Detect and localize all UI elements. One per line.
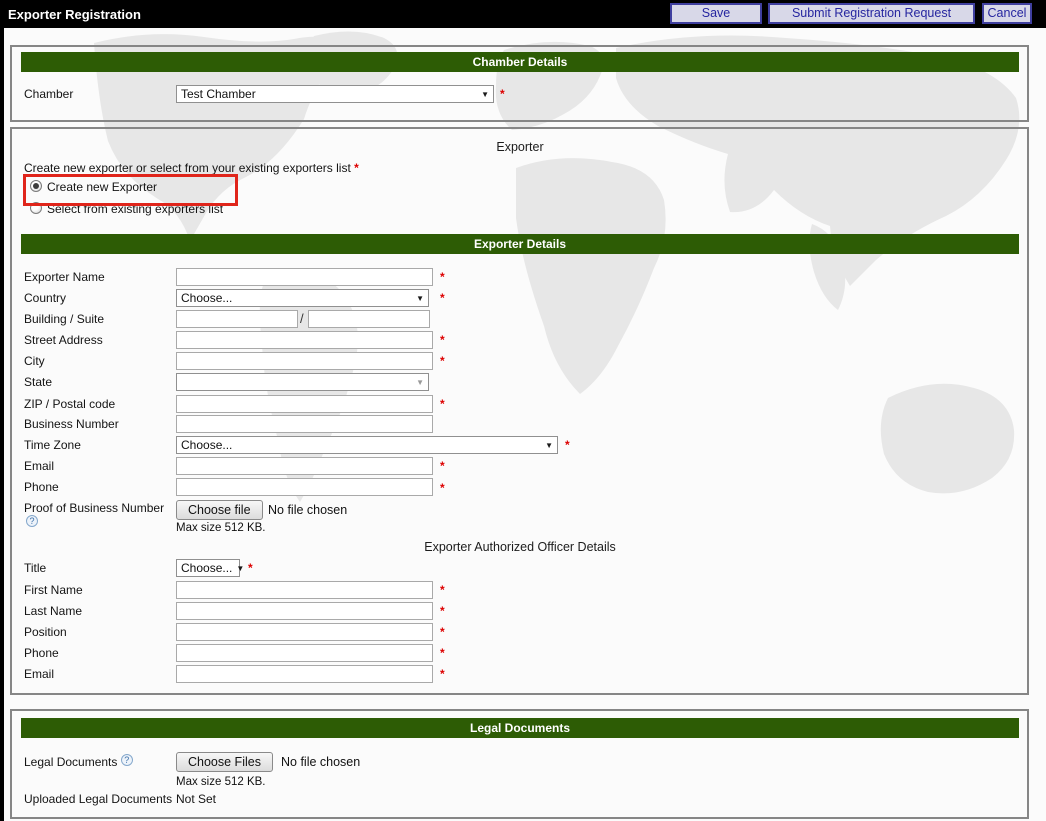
business-number-label: Business Number bbox=[24, 416, 119, 433]
time-zone-select-value: Choose... bbox=[181, 438, 232, 452]
exporter-details-section-header: Exporter Details bbox=[21, 234, 1019, 254]
time-zone-select[interactable]: Choose... ▼ bbox=[176, 436, 558, 454]
required-asterisk: * bbox=[565, 438, 570, 452]
time-zone-label: Time Zone bbox=[24, 437, 81, 454]
officer-title-select-value: Choose... bbox=[181, 561, 232, 575]
max-size-hint: Max size 512 KB. bbox=[176, 522, 265, 534]
chamber-details-section-header: Chamber Details bbox=[21, 52, 1019, 72]
street-address-input[interactable] bbox=[176, 331, 433, 349]
officer-position-label: Position bbox=[24, 624, 67, 641]
legal-documents-section-header: Legal Documents bbox=[21, 718, 1019, 738]
required-asterisk: * bbox=[440, 625, 445, 639]
required-asterisk: * bbox=[248, 561, 253, 575]
required-asterisk: * bbox=[440, 333, 445, 347]
exporter-email-input[interactable] bbox=[176, 457, 433, 475]
chevron-down-icon: ▼ bbox=[416, 378, 424, 387]
country-label: Country bbox=[24, 290, 66, 307]
required-asterisk: * bbox=[440, 646, 445, 660]
state-label: State bbox=[24, 374, 52, 391]
street-address-label: Street Address bbox=[24, 332, 103, 349]
required-asterisk: * bbox=[440, 291, 445, 305]
help-icon[interactable]: ? bbox=[26, 515, 38, 527]
officer-email-label: Email bbox=[24, 666, 54, 683]
choose-files-button[interactable]: Choose Files bbox=[176, 752, 273, 772]
business-number-input[interactable] bbox=[176, 415, 433, 433]
chevron-down-icon: ▼ bbox=[236, 564, 244, 573]
officer-title-select[interactable]: Choose... ▼ bbox=[176, 559, 240, 577]
country-select-value: Choose... bbox=[181, 291, 232, 305]
officer-email-input[interactable] bbox=[176, 665, 433, 683]
required-asterisk: * bbox=[440, 481, 445, 495]
building-input[interactable] bbox=[176, 310, 298, 328]
chamber-select[interactable]: Test Chamber ▼ bbox=[176, 85, 494, 103]
window-left-edge bbox=[0, 0, 4, 821]
officer-phone-label: Phone bbox=[24, 645, 59, 662]
officer-first-name-label: First Name bbox=[24, 582, 83, 599]
city-label: City bbox=[24, 353, 45, 370]
exporter-name-input[interactable] bbox=[176, 268, 433, 286]
help-icon[interactable]: ? bbox=[121, 754, 133, 766]
building-suite-label: Building / Suite bbox=[24, 311, 104, 328]
save-button[interactable]: Save bbox=[670, 3, 762, 24]
cancel-button[interactable]: Cancel bbox=[982, 3, 1032, 24]
required-asterisk: * bbox=[440, 583, 445, 597]
legal-file-chosen-status: No file chosen bbox=[281, 755, 360, 769]
chevron-down-icon: ▼ bbox=[416, 294, 424, 303]
required-asterisk: * bbox=[440, 667, 445, 681]
proof-of-business-number-label: Proof of Business Number bbox=[24, 500, 164, 517]
choose-file-button[interactable]: Choose file bbox=[176, 500, 263, 520]
officer-position-input[interactable] bbox=[176, 623, 433, 641]
submit-registration-request-button[interactable]: Submit Registration Request bbox=[768, 3, 975, 24]
officer-first-name-input[interactable] bbox=[176, 581, 433, 599]
suite-input[interactable] bbox=[308, 310, 430, 328]
officer-phone-input[interactable] bbox=[176, 644, 433, 662]
officer-last-name-label: Last Name bbox=[24, 603, 82, 620]
top-header-bar: Exporter Registration Save Submit Regist… bbox=[0, 0, 1046, 28]
chevron-down-icon: ▼ bbox=[545, 441, 553, 450]
file-chosen-status: No file chosen bbox=[268, 503, 347, 517]
required-asterisk: * bbox=[440, 397, 445, 411]
exporter-phone-input[interactable] bbox=[176, 478, 433, 496]
required-asterisk: * bbox=[440, 354, 445, 368]
required-asterisk: * bbox=[500, 87, 505, 101]
exporter-phone-label: Phone bbox=[24, 479, 59, 496]
legal-max-size-hint: Max size 512 KB. bbox=[176, 776, 265, 788]
country-select[interactable]: Choose... ▼ bbox=[176, 289, 429, 307]
required-asterisk: * bbox=[440, 270, 445, 284]
chamber-label: Chamber bbox=[24, 86, 73, 103]
officer-details-heading: Exporter Authorized Officer Details bbox=[0, 540, 1040, 554]
officer-last-name-input[interactable] bbox=[176, 602, 433, 620]
zip-postal-code-input[interactable] bbox=[176, 395, 433, 413]
exporter-registration-page: Exporter Registration Save Submit Regist… bbox=[0, 0, 1046, 821]
exporter-heading: Exporter bbox=[0, 140, 1040, 154]
exporter-name-label: Exporter Name bbox=[24, 269, 105, 286]
building-suite-separator: / bbox=[300, 311, 304, 326]
chamber-select-value: Test Chamber bbox=[181, 87, 256, 101]
state-select[interactable]: ▼ bbox=[176, 373, 429, 391]
uploaded-legal-documents-value: Not Set bbox=[176, 791, 216, 808]
city-input[interactable] bbox=[176, 352, 433, 370]
legal-documents-label: Legal Documents ? bbox=[24, 754, 133, 771]
zip-postal-code-label: ZIP / Postal code bbox=[24, 396, 115, 413]
required-asterisk: * bbox=[440, 604, 445, 618]
annotation-highlight-box bbox=[23, 174, 238, 206]
required-asterisk: * bbox=[354, 161, 359, 175]
chevron-down-icon: ▼ bbox=[481, 90, 489, 99]
page-title: Exporter Registration bbox=[8, 7, 141, 22]
required-asterisk: * bbox=[440, 459, 445, 473]
uploaded-legal-documents-label: Uploaded Legal Documents bbox=[24, 791, 172, 808]
exporter-email-label: Email bbox=[24, 458, 54, 475]
officer-title-label: Title bbox=[24, 560, 46, 577]
